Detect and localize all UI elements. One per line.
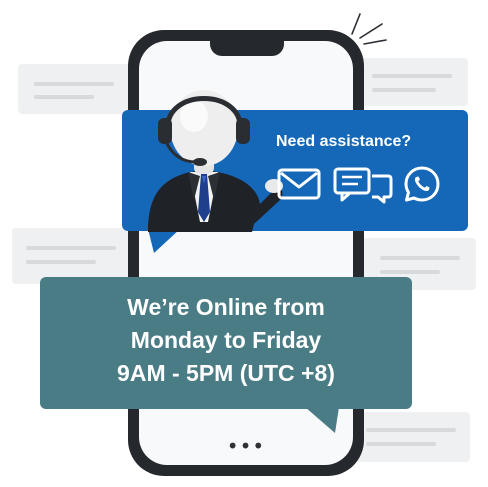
phone-notch <box>210 38 284 56</box>
envelope-icon[interactable] <box>276 166 322 202</box>
background-bubble-bottom-right <box>350 412 470 462</box>
support-bubble-tail <box>148 229 180 253</box>
background-bubble-line <box>380 270 440 274</box>
background-bubble-top-right <box>356 58 468 106</box>
need-assistance-label: Need assistance? <box>276 133 412 150</box>
background-bubble-line <box>380 256 460 260</box>
background-bubble-line <box>372 74 452 78</box>
background-bubble-line <box>366 428 456 432</box>
whatsapp-icon[interactable] <box>402 164 442 204</box>
background-bubble-line <box>26 260 96 264</box>
online-hours-text: We’re Online from Monday to Friday 9AM -… <box>40 291 412 390</box>
online-hours-line-3: 9AM - 5PM (UTC +8) <box>117 360 335 386</box>
chat-bubbles-icon[interactable] <box>332 166 394 204</box>
background-bubble-line <box>34 95 94 99</box>
support-banner: ••• Need assistance? We’re Online from M… <box>0 0 488 487</box>
background-bubble-line <box>366 442 436 446</box>
phone-indicator-dots: ••• <box>226 434 266 458</box>
background-bubble-line <box>26 246 116 250</box>
background-bubble-top-left <box>18 64 130 114</box>
online-hours-line-1: We’re Online from <box>127 294 325 320</box>
online-hours-line-2: Monday to Friday <box>130 327 322 353</box>
support-agent-figure <box>148 90 283 232</box>
background-bubble-middle-left <box>12 228 132 284</box>
background-bubble-line <box>372 88 436 92</box>
background-bubble-line <box>34 82 114 86</box>
hours-bubble-tail <box>305 407 339 433</box>
